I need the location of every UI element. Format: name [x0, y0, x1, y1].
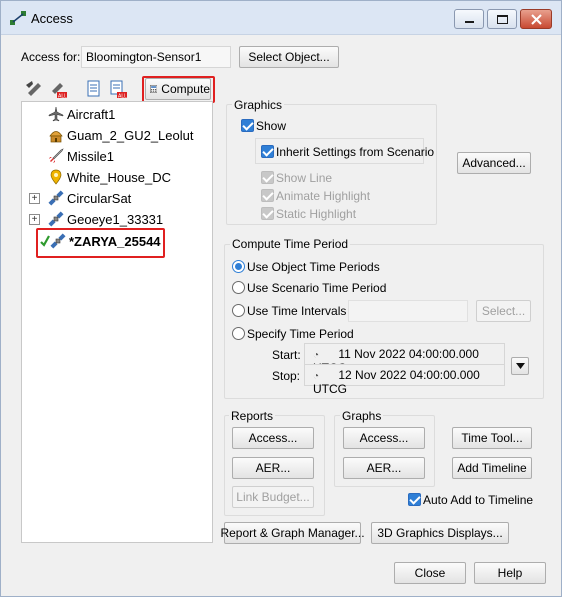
auto-add-timeline-label: Auto Add to Timeline: [423, 493, 534, 507]
graphs-access-button[interactable]: Access...: [343, 427, 425, 449]
access-app-icon: [10, 11, 26, 25]
tree-item-guam-facility[interactable]: Guam_2_GU2_Leolut: [48, 126, 193, 144]
object-tree[interactable]: Aircraft1 Guam_2_GU2_Leolut Missile1 Whi…: [21, 101, 213, 543]
add-timeline-button[interactable]: Add Timeline: [452, 457, 532, 479]
tree-item-geoeye1[interactable]: Geoeye1_33331: [48, 210, 163, 228]
scenario-time-radio[interactable]: [232, 281, 245, 294]
auto-add-timeline-checkbox[interactable]: [408, 493, 421, 506]
reports-aer-button[interactable]: AER...: [232, 457, 314, 479]
select-object-button[interactable]: Select Object...: [239, 46, 339, 68]
satellite-icon: [48, 211, 64, 227]
report-graph-manager-button[interactable]: Report & Graph Manager...: [220, 522, 365, 544]
filter-all-icon[interactable]: ALL: [48, 79, 68, 99]
minimize-icon: [465, 21, 474, 23]
specify-time-label: Specify Time Period: [247, 327, 354, 341]
remove-all-icon[interactable]: ALL: [108, 79, 128, 99]
aircraft-icon: [48, 106, 64, 122]
inherit-settings-checkbox[interactable]: [261, 145, 274, 158]
graphics-group-title: Graphics: [232, 98, 285, 112]
tree-item-aircraft1[interactable]: Aircraft1: [48, 105, 115, 123]
show-line-label: Show Line: [276, 171, 333, 185]
show-checkbox[interactable]: [241, 119, 254, 132]
stop-time-field[interactable]: ◔ 12 Nov 2022 04:00:00.000 UTCG: [304, 364, 505, 396]
compute-highlight: [142, 76, 215, 103]
place-icon: [50, 169, 62, 185]
tree-item-label: Aircraft1: [67, 106, 116, 122]
access-for-label: Access for:: [21, 50, 81, 64]
animate-highlight-label: Animate Highlight: [276, 189, 371, 203]
expand-geoeye1-toggle[interactable]: +: [29, 214, 40, 225]
compute-time-title: Compute Time Period: [230, 237, 351, 251]
animate-highlight-checkbox[interactable]: [261, 189, 274, 202]
close-window-button[interactable]: [520, 9, 552, 29]
tree-item-label: Guam_2_GU2_Leolut: [67, 127, 194, 143]
time-component-icon: ◔: [313, 350, 320, 361]
filter-objects-icon[interactable]: [24, 79, 44, 99]
title-bar[interactable]: Access: [1, 1, 561, 35]
svg-text:ALL: ALL: [118, 94, 127, 100]
time-intervals-radio[interactable]: [232, 304, 245, 317]
reports-access-button[interactable]: Access...: [232, 427, 314, 449]
maximize-icon: [497, 15, 508, 24]
tree-item-label: Geoeye1_33331: [67, 211, 164, 227]
report-list-icon[interactable]: [84, 79, 104, 99]
object-time-label: Use Object Time Periods: [247, 260, 380, 274]
time-intervals-field[interactable]: [348, 300, 468, 322]
time-options-dropdown[interactable]: [511, 357, 529, 375]
tree-item-label: Missile1: [67, 148, 114, 164]
tree-item-label: White_House_DC: [67, 169, 172, 185]
tree-item-white-house[interactable]: White_House_DC: [48, 168, 171, 186]
close-icon: [531, 14, 542, 25]
link-budget-button[interactable]: Link Budget...: [232, 486, 314, 508]
static-highlight-label: Static Highlight: [276, 207, 357, 221]
access-window: Access Access for: Bloomington-Sensor1 S…: [0, 0, 562, 597]
scenario-time-label: Use Scenario Time Period: [247, 281, 387, 295]
satellite-icon: [48, 190, 64, 206]
maximize-button[interactable]: [487, 9, 517, 29]
static-highlight-checkbox[interactable]: [261, 207, 274, 220]
show-line-checkbox[interactable]: [261, 171, 274, 184]
time-intervals-label: Use Time Intervals: [247, 304, 347, 318]
access-for-field: Bloomington-Sensor1: [81, 46, 231, 68]
help-button[interactable]: Help: [474, 562, 546, 584]
minimize-button[interactable]: [454, 9, 484, 29]
tree-item-circularsat[interactable]: CircularSat: [48, 189, 131, 207]
start-label: Start:: [272, 348, 301, 362]
reports-group-title: Reports: [229, 409, 276, 423]
select-intervals-button[interactable]: Select...: [476, 300, 531, 322]
close-button[interactable]: Close: [394, 562, 466, 584]
chevron-down-icon: [515, 363, 525, 369]
time-component-icon: ◔: [313, 371, 320, 382]
graphics-displays-button[interactable]: 3D Graphics Displays...: [371, 522, 509, 544]
show-label: Show: [256, 119, 287, 133]
stop-label: Stop:: [272, 369, 301, 383]
zarya-highlight: [36, 228, 165, 258]
inherit-settings-label: Inherit Settings from Scenario: [276, 145, 435, 159]
graphs-group-title: Graphs: [340, 409, 384, 423]
time-tool-button[interactable]: Time Tool...: [452, 427, 532, 449]
specify-time-radio[interactable]: [232, 327, 245, 340]
tree-item-missile1[interactable]: Missile1: [48, 147, 114, 165]
start-time-field[interactable]: ◔ 11 Nov 2022 04:00:00.000 UTCG: [304, 343, 505, 375]
window-title: Access: [31, 11, 73, 26]
object-time-radio[interactable]: [232, 260, 245, 273]
expand-circularsat-toggle[interactable]: +: [29, 193, 40, 204]
tree-item-label: CircularSat: [67, 190, 132, 206]
advanced-button[interactable]: Advanced...: [457, 152, 531, 174]
svg-text:ALL: ALL: [58, 94, 67, 100]
missile-icon: [49, 148, 64, 163]
facility-icon: [49, 131, 63, 143]
graphs-aer-button[interactable]: AER...: [343, 457, 425, 479]
